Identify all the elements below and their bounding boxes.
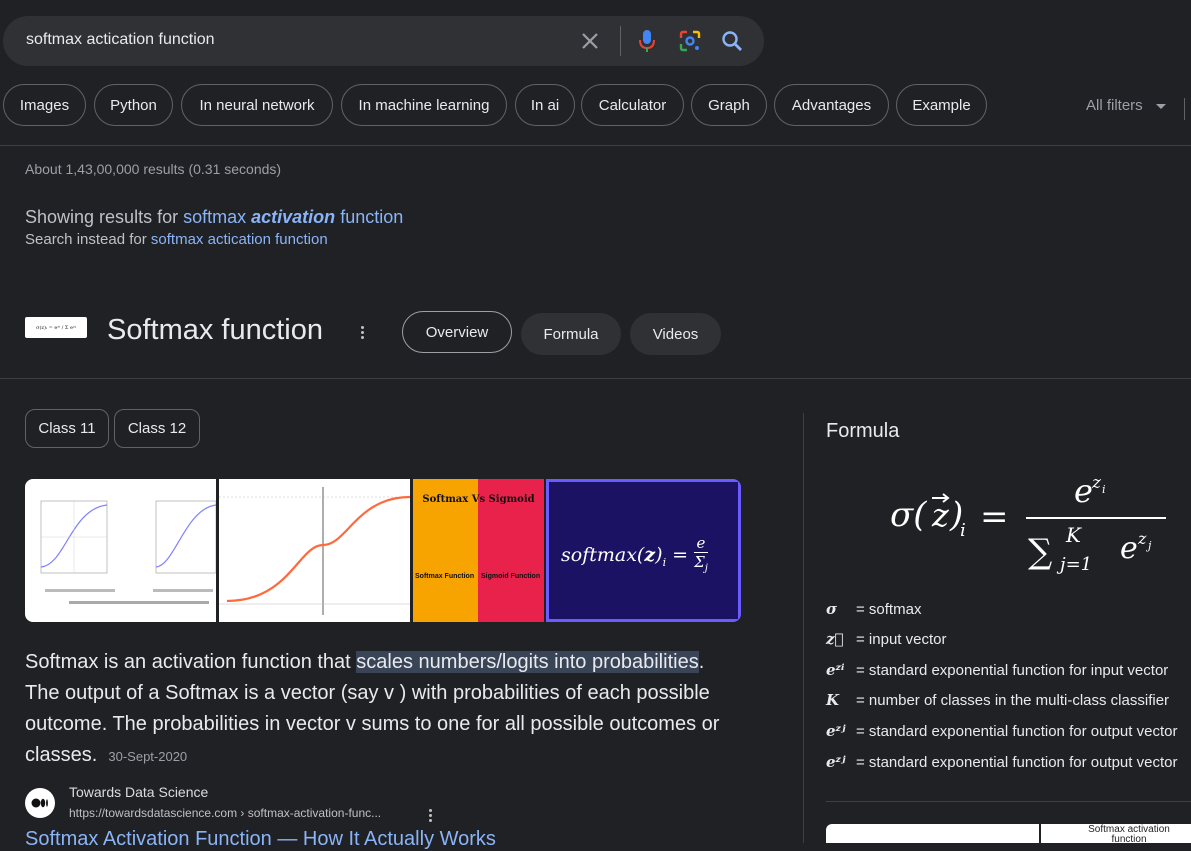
corrected-word-2: activation	[251, 207, 336, 227]
legend-row: z⃗ = input vector	[826, 628, 946, 650]
corrected-word-3: function	[340, 207, 404, 227]
desc-highlight: scales numbers/logits into probabilities	[356, 651, 699, 673]
svg-text:e: e	[1074, 472, 1093, 510]
desc-date: 30-Sept-2020	[108, 749, 188, 764]
search-input[interactable]: softmax actication function	[26, 31, 215, 49]
legend-symbol: eᶻⁱ	[826, 661, 845, 679]
source-more-options-icon[interactable]	[429, 809, 432, 824]
chip-images[interactable]: Images	[3, 84, 86, 126]
svg-text:i: i	[960, 520, 966, 541]
filter-chips: Images Python In neural network In machi…	[0, 80, 1191, 132]
spelling-correction: Showing results for softmax activation f…	[25, 207, 403, 228]
more-options-icon[interactable]	[361, 326, 364, 341]
legend-symbol: z⃗	[826, 630, 844, 648]
img3-left-label: Softmax Function	[415, 573, 475, 580]
img3-right-label: Sigmoid Function	[481, 573, 541, 580]
tab-formula[interactable]: Formula	[521, 313, 621, 355]
panel-divider	[803, 413, 804, 843]
kp-divider	[0, 378, 1191, 379]
legend-symbol: K	[826, 691, 840, 709]
legend-row: eᶻʲ = standard exponential function for o…	[826, 720, 1177, 742]
chip-advantages[interactable]: Advantages	[774, 84, 889, 126]
legend-row: K = number of classes in the multi-class …	[826, 689, 1169, 711]
tab-overview[interactable]: Overview	[402, 311, 512, 353]
svg-text:∑: ∑	[1028, 532, 1052, 572]
tab-videos[interactable]: Videos	[630, 313, 721, 355]
svg-text:i: i	[1102, 483, 1106, 496]
legend-text: = standard exponential function for outp…	[856, 722, 1178, 740]
bottom-image-1[interactable]	[826, 824, 1039, 843]
all-filters-button[interactable]: All filters	[1086, 97, 1143, 114]
result-stats: About 1,43,00,000 results (0.31 seconds)	[25, 161, 282, 177]
legend-row: σ = softmax	[826, 598, 921, 620]
chip-calculator[interactable]: Calculator	[581, 84, 684, 126]
legend-symbol: σ	[826, 600, 838, 618]
chevron-down-icon	[1156, 104, 1166, 109]
legend-text: = input vector	[856, 630, 947, 648]
formula-heading: Formula	[826, 420, 900, 442]
chip-in-neural-network[interactable]: In neural network	[181, 84, 333, 126]
corrected-word-1: softmax	[183, 207, 247, 227]
legend-row: eᶻⁱ = standard exponential function for i…	[826, 659, 1168, 681]
bottom-image-label: Softmax activation function	[1088, 824, 1170, 844]
kp-thumbnail[interactable]: σ(z)ᵢ = eᶻⁱ / Σ eᶻʲ	[25, 317, 87, 338]
svg-text:z: z	[1137, 529, 1147, 548]
formula-legend: σ = softmax z⃗ = input vector eᶻⁱ = standar…	[826, 598, 1191, 778]
image-softmax-formula[interactable]: softmax(z)i = e Σj	[546, 479, 741, 622]
svg-text:σ(: σ(	[890, 495, 927, 535]
close-icon[interactable]	[580, 31, 600, 51]
desc-pre: Softmax is an activation function that	[25, 651, 357, 673]
legend-text: = softmax	[856, 600, 922, 618]
kp-description: Softmax is an activation function that s…	[25, 647, 725, 772]
image-softmax-vs-sigmoid[interactable]: Softmax Vs Sigmoid Softmax Function Sigm…	[413, 479, 544, 622]
source-name: Towards Data Science	[69, 784, 209, 800]
result-title-link[interactable]: Softmax Activation Function — How It Act…	[25, 828, 496, 851]
legend-row: eᶻʲ = standard exponential function for o…	[826, 751, 1177, 773]
legend-symbol: eᶻʲ	[826, 753, 846, 771]
header-divider	[0, 145, 1191, 146]
chips-divider	[1184, 98, 1185, 120]
chip-example[interactable]: Example	[896, 84, 987, 126]
legend-text: = number of classes in the multi-class c…	[856, 691, 1170, 709]
chip-graph[interactable]: Graph	[691, 84, 767, 126]
svg-text:z: z	[931, 496, 950, 534]
corrected-query-link[interactable]: softmax activation function	[183, 207, 403, 227]
image-strip: Softmax Vs Sigmoid Softmax Function Sigm…	[25, 479, 741, 622]
formula-divider	[826, 801, 1191, 802]
svg-text:e: e	[1120, 531, 1138, 566]
svg-text:=: =	[980, 497, 1009, 537]
microphone-icon[interactable]	[636, 28, 658, 54]
search-icon[interactable]	[720, 29, 744, 53]
original-query-link[interactable]: softmax actication function	[151, 231, 328, 248]
softmax-formula-image: σ( z ) i = e z i ∑ K j=1 e z j	[886, 470, 1176, 580]
legend-text: = standard exponential function for inpu…	[856, 661, 1169, 679]
showing-prefix: Showing results for	[25, 207, 179, 227]
bottom-image-2[interactable]: Softmax activation function	[1041, 824, 1191, 843]
legend-symbol: eᶻʲ	[826, 722, 846, 740]
svg-text:K: K	[1065, 523, 1082, 547]
source-favicon	[25, 788, 55, 818]
chip-in-machine-learning[interactable]: In machine learning	[341, 84, 507, 126]
chip-class-12[interactable]: Class 12	[114, 409, 200, 448]
chip-in-ai[interactable]: In ai	[515, 84, 575, 126]
search-divider	[620, 26, 621, 56]
chip-python[interactable]: Python	[94, 84, 173, 126]
source-url[interactable]: https://towardsdatascience.com › softmax…	[69, 806, 381, 820]
svg-text:j=1: j=1	[1056, 554, 1092, 575]
lens-icon[interactable]	[678, 29, 702, 53]
image-sigmoid-plots[interactable]	[25, 479, 217, 622]
legend-text: = standard exponential function for outp…	[856, 753, 1178, 771]
image-sigmoid-curve[interactable]	[219, 479, 411, 622]
search-bar[interactable]: softmax actication function	[3, 16, 764, 66]
svg-text:z: z	[1091, 473, 1102, 493]
instead-prefix: Search instead for	[25, 231, 147, 248]
search-instead: Search instead for softmax actication fu…	[25, 231, 328, 248]
kp-title: Softmax function	[107, 314, 323, 346]
img3-title: Softmax Vs Sigmoid	[422, 494, 535, 505]
chip-class-11[interactable]: Class 11	[25, 409, 109, 448]
